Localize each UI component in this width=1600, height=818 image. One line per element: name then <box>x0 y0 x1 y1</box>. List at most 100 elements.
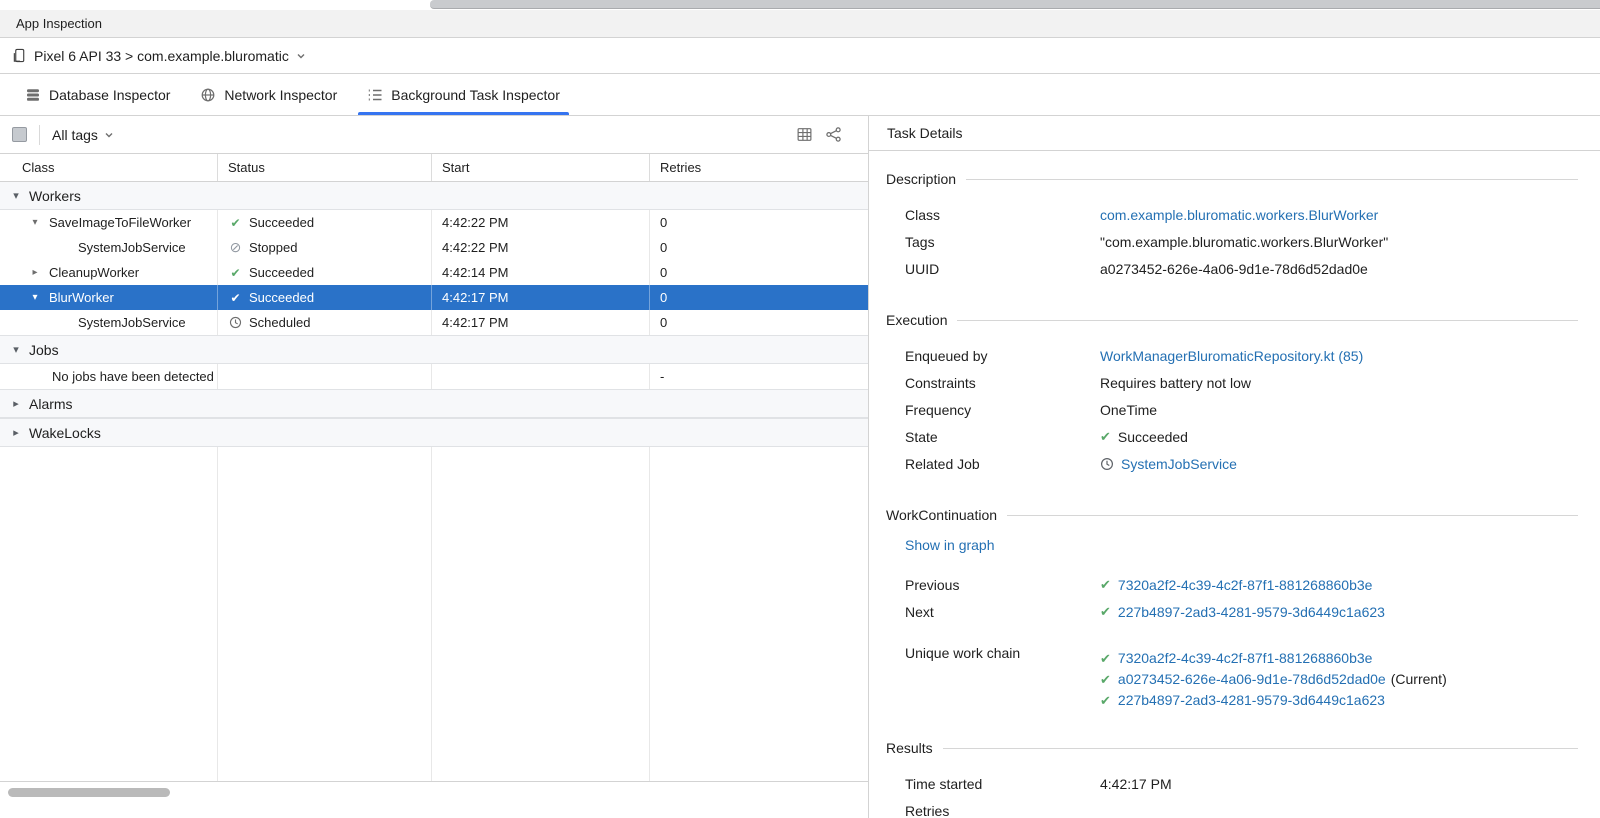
field-constraints: Constraints Requires battery not low <box>905 369 1578 396</box>
chevron-right-icon[interactable]: ▸ <box>28 267 42 278</box>
field-state: State ✔ Succeeded <box>905 423 1578 450</box>
success-check-icon: ✔ <box>1100 604 1111 620</box>
worker-class: SaveImageToFileWorker <box>49 215 191 230</box>
chevron-right-icon[interactable]: ▸ <box>10 397 22 410</box>
related-job-link[interactable]: SystemJobService <box>1121 456 1237 472</box>
column-header-start[interactable]: Start <box>432 154 650 181</box>
tab-network-inspector[interactable]: Network Inspector <box>185 74 352 115</box>
column-header-status[interactable]: Status <box>218 154 432 181</box>
field-label: Constraints <box>905 375 1100 391</box>
group-alarms[interactable]: ▸ Alarms <box>0 389 868 418</box>
chain-work-link[interactable]: 7320a2f2-4c39-4c2f-87f1-881268860b3e <box>1118 649 1373 668</box>
column-header-retries[interactable]: Retries <box>650 154 868 181</box>
success-check-icon: ✔ <box>1100 577 1111 593</box>
horizontal-scrollbar-thumb[interactable] <box>430 0 1600 9</box>
retries-cell: 0 <box>650 235 868 260</box>
field-related-job: Related Job SystemJobService <box>905 450 1578 477</box>
device-selector[interactable]: Pixel 6 API 33 > com.example.bluromatic <box>0 38 1600 74</box>
enqueued-by-link[interactable]: WorkManagerBluromaticRepository.kt (85) <box>1100 348 1363 364</box>
retry-count: 0 <box>660 315 667 330</box>
group-label: Alarms <box>29 396 73 412</box>
next-work-link[interactable]: 227b4897-2ad3-4281-9579-3d6449c1a623 <box>1118 604 1385 620</box>
status-text: Scheduled <box>249 315 310 330</box>
retries-cell: 0 <box>650 210 868 235</box>
group-jobs[interactable]: ▾ Jobs <box>0 335 868 364</box>
chain-work-link[interactable]: a0273452-626e-4a06-9d1e-78d6d52dad0e <box>1118 670 1386 689</box>
table-empty-area <box>0 447 868 781</box>
section-heading: Results <box>886 740 933 756</box>
retries-cell: 0 <box>650 285 868 310</box>
field-class: Class com.example.bluromatic.workers.Blu… <box>905 201 1578 228</box>
table-row-saveimagetofileworker[interactable]: ▾ SaveImageToFileWorker ✔ Succeeded 4:42… <box>0 210 868 235</box>
table-row-blurworker-selected[interactable]: ▾ BlurWorker ✔ Succeeded 4:42:17 PM 0 <box>0 285 868 310</box>
show-in-graph-link[interactable]: Show in graph <box>905 537 995 553</box>
success-check-icon: ✔ <box>1100 429 1111 445</box>
group-label: Workers <box>29 188 81 204</box>
status-cell: Scheduled <box>218 310 432 335</box>
field-label: Tags <box>905 234 1100 250</box>
chain-suffix: (Current) <box>1391 670 1447 689</box>
previous-work-link[interactable]: 7320a2f2-4c39-4c2f-87f1-881268860b3e <box>1118 577 1373 593</box>
chevron-down-icon[interactable]: ▾ <box>10 189 22 202</box>
table-row-systemjobservice-scheduled[interactable]: SystemJobService Scheduled 4:42:17 PM 0 <box>0 310 868 335</box>
start-cell: 4:42:17 PM <box>432 310 650 335</box>
success-check-icon: ✔ <box>1100 649 1111 668</box>
status-cell: ✔ Succeeded <box>218 285 432 310</box>
retries-cell: 0 <box>650 260 868 285</box>
table-view-icon[interactable] <box>796 126 813 143</box>
group-workers[interactable]: ▾ Workers <box>0 182 868 210</box>
chevron-right-icon[interactable]: ▸ <box>10 426 22 439</box>
chain-work-link[interactable]: 227b4897-2ad3-4281-9579-3d6449c1a623 <box>1118 691 1385 710</box>
clock-icon <box>1100 457 1114 471</box>
worker-class: SystemJobService <box>78 240 186 255</box>
table-row-systemjobservice[interactable]: SystemJobService ⊘ Stopped 4:42:22 PM 0 <box>0 235 868 260</box>
inspector-tabs: Database Inspector Network Inspector Bac… <box>0 74 1600 116</box>
uuid-value: a0273452-626e-4a06-9d1e-78d6d52dad0e <box>1100 261 1368 277</box>
section-heading: Description <box>886 171 956 187</box>
status-cell: ✔ Succeeded <box>218 210 432 235</box>
group-wakelocks[interactable]: ▸ WakeLocks <box>0 418 868 447</box>
success-check-icon: ✔ <box>1100 670 1111 689</box>
field-retries: Retries <box>905 797 1578 818</box>
chevron-down-icon[interactable]: ▾ <box>28 292 42 303</box>
tags-filter-dropdown[interactable]: All tags <box>52 127 114 143</box>
empty-message: No jobs have been detected <box>52 369 214 384</box>
chevron-down-icon[interactable]: ▾ <box>28 217 42 228</box>
success-check-icon: ✔ <box>228 291 243 305</box>
chain-item-current: ✔ a0273452-626e-4a06-9d1e-78d6d52dad0e (… <box>1100 670 1447 689</box>
table-rows: ▾ Workers ▾ SaveImageToFileWorker ✔ Succ… <box>0 182 868 781</box>
graph-view-icon[interactable] <box>825 126 842 143</box>
field-tags: Tags "com.example.bluromatic.workers.Blu… <box>905 228 1578 255</box>
horizontal-scrollbar[interactable] <box>0 781 868 818</box>
column-header-class[interactable]: Class <box>0 154 218 181</box>
table-row-no-jobs: No jobs have been detected - <box>0 364 868 389</box>
group-label: WakeLocks <box>29 425 101 441</box>
section-heading: WorkContinuation <box>886 507 997 523</box>
table-row-cleanupworker[interactable]: ▸ CleanupWorker ✔ Succeeded 4:42:14 PM 0 <box>0 260 868 285</box>
chevron-down-icon <box>296 51 306 61</box>
horizontal-scrollbar-thumb[interactable] <box>8 788 170 797</box>
section-execution: Execution <box>886 310 1578 330</box>
section-heading: Execution <box>886 312 947 328</box>
success-check-icon: ✔ <box>1100 691 1111 710</box>
stop-inspector-icon[interactable] <box>12 127 27 142</box>
retry-count: 0 <box>660 240 667 255</box>
table-toolbar: All tags <box>0 116 868 154</box>
status-text: Succeeded <box>249 290 314 305</box>
chevron-down-icon[interactable]: ▾ <box>10 343 22 356</box>
device-label: Pixel 6 API 33 > com.example.bluromatic <box>34 48 289 64</box>
field-previous: Previous ✔ 7320a2f2-4c39-4c2f-87f1-88126… <box>905 571 1578 598</box>
tab-label: Background Task Inspector <box>391 87 560 103</box>
status-cell <box>218 364 432 389</box>
start-time: 4:42:17 PM <box>442 315 509 330</box>
group-label: Jobs <box>29 342 59 358</box>
start-cell <box>432 364 650 389</box>
tab-database-inspector[interactable]: Database Inspector <box>10 74 185 115</box>
retries-cell: - <box>650 364 868 389</box>
field-label: Previous <box>905 577 1100 593</box>
field-label: Next <box>905 604 1100 620</box>
app-inspection-window: App Inspection Pixel 6 API 33 > com.exam… <box>0 0 1600 818</box>
status-text: Stopped <box>249 240 297 255</box>
class-link[interactable]: com.example.bluromatic.workers.BlurWorke… <box>1100 207 1378 223</box>
tab-background-task-inspector[interactable]: Background Task Inspector <box>352 74 575 115</box>
